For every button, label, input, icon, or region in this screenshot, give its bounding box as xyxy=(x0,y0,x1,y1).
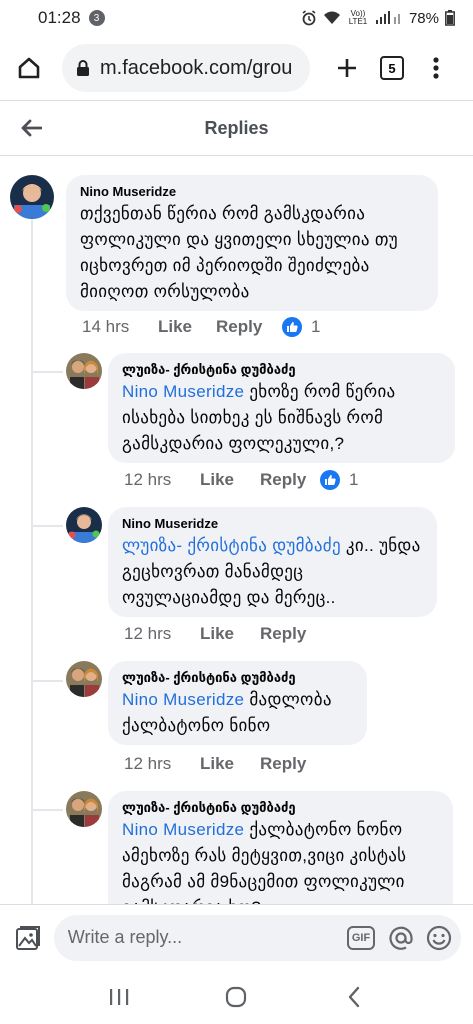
photo-icon xyxy=(15,925,40,950)
gif-button[interactable]: GIF xyxy=(347,925,375,950)
recents-icon xyxy=(109,989,129,1005)
like-button[interactable]: Like xyxy=(200,624,260,644)
home-nav-button[interactable] xyxy=(216,977,256,1017)
back-button[interactable] xyxy=(16,113,46,143)
thumbs-up-icon[interactable] xyxy=(320,470,340,490)
reaction-count[interactable]: 1 xyxy=(349,470,358,490)
like-button[interactable]: Like xyxy=(158,317,218,337)
comment-author[interactable]: Nino Museridze xyxy=(122,515,425,533)
reply-button[interactable]: Reply xyxy=(260,470,320,490)
comment-thread: Nino Museridze თქვენთან წერია რომ გამსკდ… xyxy=(0,157,473,904)
comment-actions: 12 hrs Like Reply 1 xyxy=(124,470,358,490)
browser-toolbar: m.facebook.com/grou 5 xyxy=(0,36,473,100)
like-button[interactable]: Like xyxy=(200,754,260,774)
comment-text: Nino Museridze მადლობა ქალბატონო ნინო xyxy=(122,687,355,739)
comment-bubble: ლუიზა- ქრისტინა დუმბაძე Nino Museridze ქ… xyxy=(108,791,453,904)
reply-composer: GIF xyxy=(0,904,473,970)
comment-bubble: Nino Museridze თქვენთან წერია რომ გამსკდ… xyxy=(66,175,438,311)
signal-icon xyxy=(375,11,403,25)
comment-author[interactable]: ლუიზა- ქრისტინა დუმბაძე xyxy=(122,799,441,817)
recents-button[interactable] xyxy=(99,977,139,1017)
home-circle-icon xyxy=(226,986,247,1008)
comment-text: Nino Museridze ეხოზე რომ წერია ისახება ს… xyxy=(122,379,443,457)
add-photo-button[interactable] xyxy=(12,922,44,954)
comment-text: ლუიზა- ქრისტინა დუმბაძე კი.. უნდა გეცხოვ… xyxy=(122,533,425,611)
at-icon xyxy=(389,926,413,950)
thread-branch xyxy=(33,525,63,527)
mention-link[interactable]: Nino Museridze xyxy=(122,382,244,401)
comment-time[interactable]: 12 hrs xyxy=(124,624,200,644)
tab-switcher-button[interactable]: 5 xyxy=(380,56,404,80)
comment-time[interactable]: 12 hrs xyxy=(124,754,200,774)
avatar[interactable] xyxy=(66,507,102,543)
thumbs-up-icon[interactable] xyxy=(282,317,302,337)
status-time: 01:28 xyxy=(38,8,81,27)
avatar[interactable] xyxy=(10,175,54,219)
home-icon xyxy=(18,57,40,79)
back-arrow-icon xyxy=(21,119,42,137)
comment-bubble: ლუიზა- ქრისტინა დუმბაძე Nino Museridze ე… xyxy=(108,353,455,463)
comment-bubble: ლუიზა- ქრისტინა დუმბაძე Nino Museridze მ… xyxy=(108,661,367,745)
new-tab-button[interactable] xyxy=(328,49,366,87)
mention-link[interactable]: ლუიზა- ქრისტინა დუმბაძე xyxy=(122,536,341,555)
thread-branch xyxy=(33,371,63,373)
emoji-icon xyxy=(426,925,452,950)
mention-link[interactable]: Nino Museridze xyxy=(122,690,244,709)
battery-icon xyxy=(445,10,455,26)
like-button[interactable]: Like xyxy=(200,470,260,490)
thread-branch xyxy=(33,809,63,811)
wifi-icon xyxy=(323,11,341,25)
comment-time[interactable]: 14 hrs xyxy=(82,317,158,337)
system-nav-bar xyxy=(0,970,473,1024)
browser-menu-button[interactable] xyxy=(424,49,448,87)
reply-button[interactable]: Reply xyxy=(216,317,282,337)
avatar[interactable] xyxy=(66,661,102,697)
comment-bubble: Nino Museridze ლუიზა- ქრისტინა დუმბაძე კ… xyxy=(108,507,437,617)
battery-percent: 78% xyxy=(408,9,439,27)
comment-text: თქვენთან წერია რომ გამსკდარია ფოლიკული დ… xyxy=(80,204,398,301)
back-chevron-icon xyxy=(348,986,360,1008)
avatar[interactable] xyxy=(66,353,102,389)
url-text: m.facebook.com/grou xyxy=(100,56,293,79)
thread-branch xyxy=(33,680,63,682)
page-title: Replies xyxy=(204,117,269,138)
reply-input[interactable] xyxy=(67,927,328,948)
mention-button[interactable] xyxy=(387,924,415,952)
comment-author[interactable]: ლუიზა- ქრისტინა დუმბაძე xyxy=(122,361,443,379)
thread-line xyxy=(31,219,33,904)
status-icons: Vo)) LTE1 78% xyxy=(301,10,455,27)
comment-author[interactable]: ლუიზა- ქრისტინა დუმბაძე xyxy=(122,669,355,687)
comment-author[interactable]: Nino Museridze xyxy=(80,183,426,201)
reply-input-box[interactable]: GIF xyxy=(53,914,461,961)
avatar[interactable] xyxy=(66,791,102,827)
more-vert-icon xyxy=(433,57,439,79)
lte-label: Vo)) LTE1 xyxy=(348,9,368,26)
comment-actions: 14 hrs Like Reply 1 xyxy=(82,317,320,337)
reply-button[interactable]: Reply xyxy=(260,754,314,774)
browser-home-button[interactable] xyxy=(10,49,48,87)
reply-button[interactable]: Reply xyxy=(260,624,314,644)
comment-actions: 12 hrs Like Reply xyxy=(124,754,314,774)
back-nav-button[interactable] xyxy=(334,977,374,1017)
mention-link[interactable]: Nino Museridze xyxy=(122,820,244,839)
lock-icon xyxy=(76,59,90,77)
notification-count-badge: 3 xyxy=(88,10,105,26)
comment-text: Nino Museridze ქალბატონო ნონო ამეხოზე რა… xyxy=(122,817,441,904)
emoji-button[interactable] xyxy=(425,924,453,952)
alarm-icon xyxy=(301,10,317,26)
plus-icon xyxy=(338,59,356,77)
address-bar[interactable]: m.facebook.com/grou xyxy=(62,44,310,92)
replies-header: Replies xyxy=(0,100,473,156)
status-bar: 01:28 3 Vo)) LTE1 78% xyxy=(0,0,473,36)
comment-actions: 12 hrs Like Reply xyxy=(124,624,314,644)
comment-time[interactable]: 12 hrs xyxy=(124,470,200,490)
reaction-count[interactable]: 1 xyxy=(311,317,320,337)
